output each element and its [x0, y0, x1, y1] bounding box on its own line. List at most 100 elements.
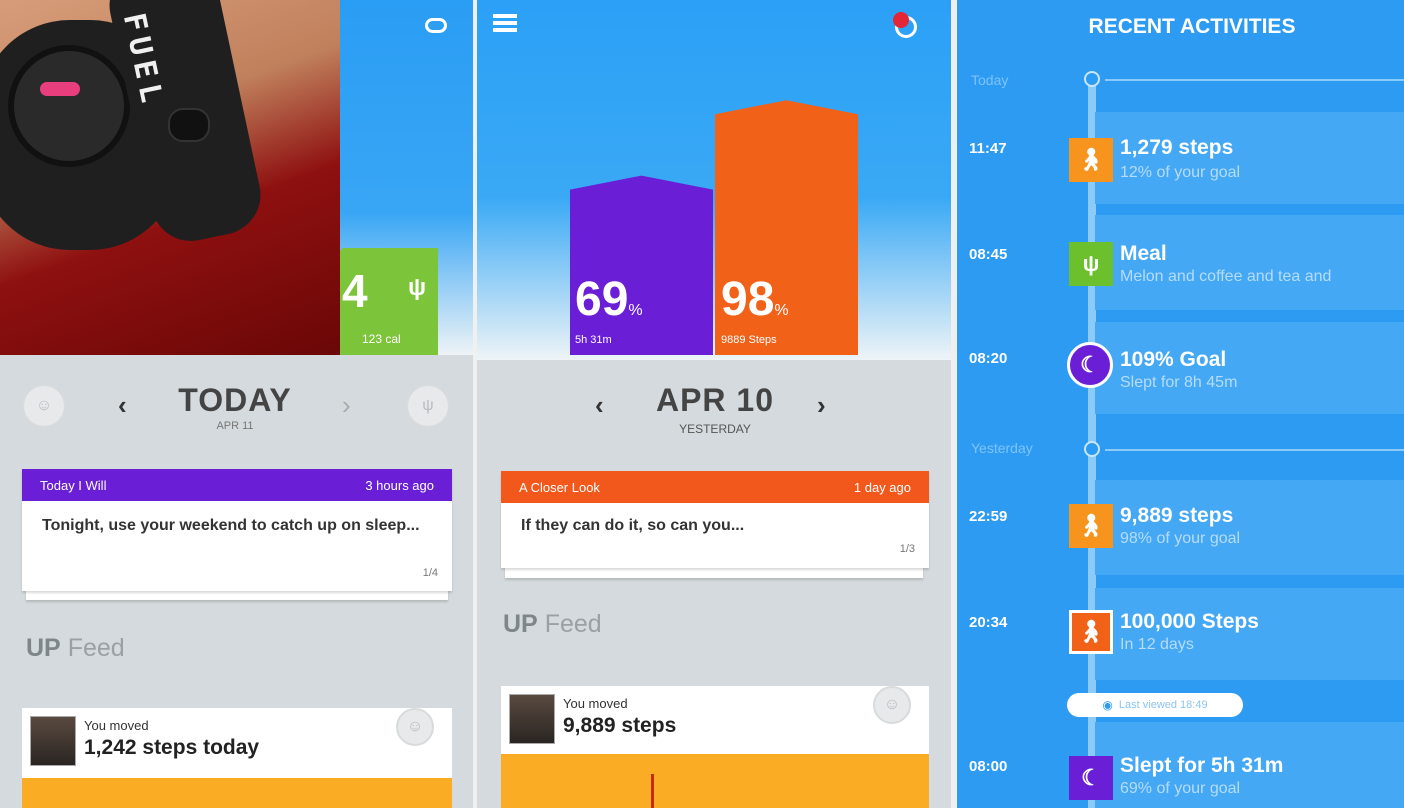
steps-pct-value: 98	[721, 273, 775, 326]
timeline-rule	[1105, 449, 1404, 451]
feed-card[interactable]: You moved 9,889 steps ☺	[501, 686, 929, 808]
feed-label: Feed	[544, 610, 602, 638]
prev-day-chevron-icon[interactable]: ‹	[595, 390, 604, 421]
steps-count: 9889 Steps	[721, 334, 777, 346]
day-title: TODAY	[178, 382, 292, 418]
tile-value: 4	[342, 265, 368, 317]
sleep-pct-value: 69	[575, 273, 629, 326]
sleep-pct-unit: %	[628, 302, 643, 319]
card-category: A Closer Look	[519, 479, 600, 495]
badge-icon: 🚶︎	[1069, 610, 1113, 654]
activity-title: 9,889 steps	[1120, 504, 1234, 527]
timeline-rule	[1105, 79, 1404, 81]
prev-day-chevron-icon[interactable]: ‹	[118, 390, 127, 421]
page-title: RECENT ACTIVITIES	[1088, 15, 1296, 38]
activity-time: 11:47	[969, 140, 1007, 157]
card-text: If they can do it, so can you...	[521, 517, 745, 534]
screen-today: FUEL 4 ψ 123 cal ☺ ‹ TODAY APR 11 › ψ To…	[0, 0, 473, 808]
feed-up: UP	[26, 634, 61, 662]
steps-pct-unit: %	[774, 302, 789, 319]
day-date: APR 11	[216, 420, 254, 432]
activity-title: 100,000 Steps	[1120, 610, 1259, 633]
avatar	[509, 694, 555, 744]
feed-heading: UP Feed	[503, 610, 602, 639]
card-text: Tonight, use your weekend to catch up on…	[42, 517, 420, 534]
moon-icon: ☾	[1069, 756, 1113, 800]
tracker-face	[8, 45, 130, 167]
card-time: 3 hours ago	[365, 477, 434, 493]
feed-up: UP	[503, 610, 538, 638]
activity-graph	[22, 778, 452, 808]
sleep-pct: 69%	[575, 272, 643, 327]
activity-row[interactable]: 08:00 ☾ Slept for 5h 31m 69% of your goa…	[957, 750, 1404, 808]
activity-sub: In 12 days	[1120, 636, 1194, 653]
walking-icon: 🚶︎	[1069, 504, 1113, 548]
feed-card[interactable]: You moved 1,242 steps today ☺	[22, 708, 452, 808]
tile-cal: 123 cal	[362, 332, 401, 346]
feed-line2: 9,889 steps	[563, 714, 677, 737]
moon-icon: ☾	[1067, 342, 1113, 388]
activity-row[interactable]: 20:34 🚶︎ 100,000 Steps In 12 days	[957, 606, 1404, 666]
activity-title: 1,279 steps	[1120, 136, 1234, 159]
feed-heading: UP Feed	[26, 634, 125, 663]
activity-sub: 12% of your goal	[1120, 164, 1241, 181]
feed-smile-icon[interactable]: ☺	[396, 708, 434, 746]
activity-time: 08:45	[969, 246, 1008, 263]
walking-icon: 🚶︎	[1069, 138, 1113, 182]
activity-title: 109% Goal	[1120, 348, 1227, 371]
fork-knife-icon: ψ	[408, 274, 427, 301]
activity-sub: Melon and coffee and tea and	[1120, 268, 1332, 285]
meal-fork-icon[interactable]: ψ	[406, 384, 450, 428]
avatar	[30, 716, 76, 766]
feed-line1: You moved	[563, 696, 628, 711]
card-category: Today I Will	[40, 477, 107, 493]
last-viewed-text: Last viewed 18:49	[1118, 699, 1208, 711]
activity-time: 20:34	[969, 614, 1008, 631]
meal-tile[interactable]: 4 ψ 123 cal	[340, 248, 438, 355]
eye-icon: ◉	[1102, 698, 1113, 712]
activity-row[interactable]: 11:47 🚶︎ 1,279 steps 12% of your goal	[957, 130, 1404, 190]
fork-knife-icon: ψ	[1069, 242, 1113, 286]
band-button	[168, 108, 210, 142]
window-toggle-icon[interactable]	[425, 18, 447, 33]
feed-smile-icon[interactable]: ☺	[873, 686, 911, 724]
activity-sub: Slept for 8h 45m	[1120, 374, 1238, 391]
activity-graph	[501, 754, 929, 808]
insight-card[interactable]: A Closer Look 1 day ago If they can do i…	[501, 471, 929, 568]
card-page: 1/4	[422, 567, 438, 579]
activity-time: 08:00	[969, 758, 1008, 775]
feed-label: Feed	[67, 634, 125, 662]
day-sub: YESTERDAY	[679, 422, 751, 436]
activity-row[interactable]: 08:20 ☾ 109% Goal Slept for 8h 45m	[957, 342, 1404, 402]
card-time: 1 day ago	[853, 479, 911, 495]
activity-row[interactable]: 22:59 🚶︎ 9,889 steps 98% of your goal	[957, 500, 1404, 560]
sleep-duration: 5h 31m	[575, 334, 612, 346]
yesterday-label: Yesterday	[971, 440, 1033, 456]
activity-row[interactable]: 08:45 ψ Meal Melon and coffee and tea an…	[957, 236, 1404, 296]
mood-smile-icon[interactable]: ☺	[22, 384, 66, 428]
screen-recent-activities: RECENT ACTIVITIES Today Yesterday 11:47 …	[957, 0, 1404, 808]
feed-line2: 1,242 steps today	[84, 736, 260, 759]
last-viewed-pill[interactable]: ◉ Last viewed 18:49	[1067, 693, 1243, 717]
insight-card[interactable]: Today I Will 3 hours ago Tonight, use yo…	[22, 469, 452, 591]
next-day-chevron-icon[interactable]: ›	[342, 390, 351, 421]
activity-sub: 69% of your goal	[1120, 780, 1241, 797]
progress-chart	[570, 100, 858, 355]
tracker-led	[40, 82, 80, 96]
next-day-chevron-icon[interactable]: ›	[817, 390, 826, 421]
activity-sub: 98% of your goal	[1120, 530, 1241, 547]
graph-spike	[651, 774, 654, 808]
activity-title: Meal	[1120, 242, 1167, 265]
screen-yesterday: 69% 5h 31m 98% 9889 Steps ‹ APR 10 YESTE…	[477, 0, 951, 808]
activity-time: 08:20	[969, 350, 1008, 367]
product-photo: FUEL	[0, 0, 340, 355]
activity-title: Slept for 5h 31m	[1120, 754, 1284, 777]
timeline-node	[1084, 441, 1100, 457]
card-header: Today I Will 3 hours ago	[22, 469, 452, 501]
activity-time: 22:59	[969, 508, 1008, 525]
card-page: 1/3	[899, 543, 915, 555]
card-header: A Closer Look 1 day ago	[501, 471, 929, 503]
steps-pct: 98%	[721, 272, 789, 327]
sleep-bar[interactable]	[570, 175, 713, 355]
day-title: APR 10	[655, 382, 775, 418]
